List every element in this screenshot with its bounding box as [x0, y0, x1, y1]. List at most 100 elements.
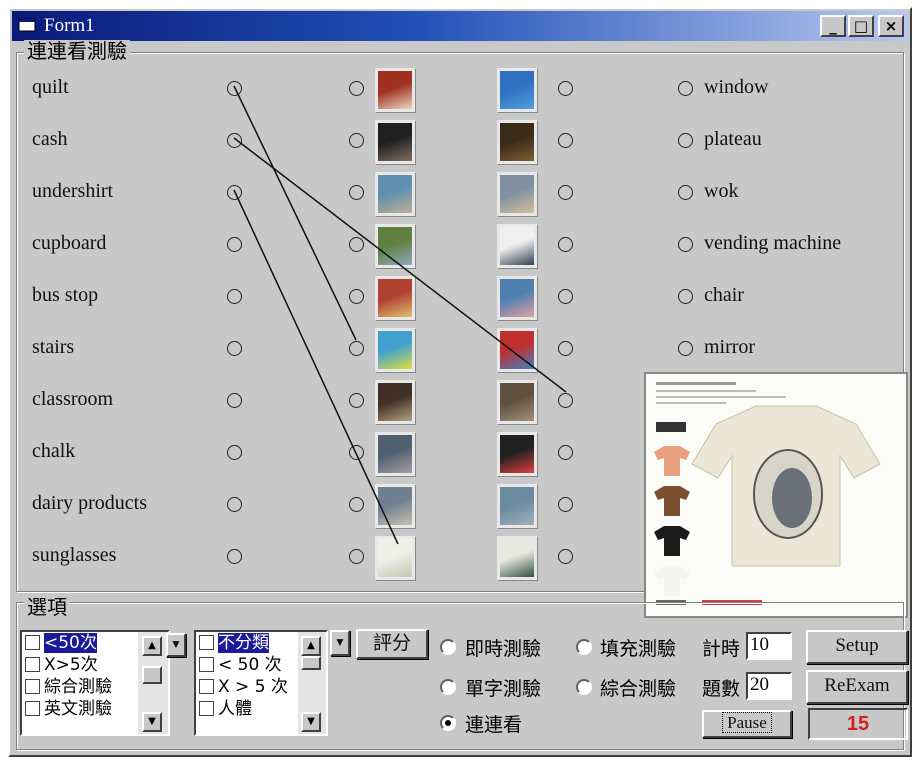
maximize-button[interactable]: □	[848, 15, 874, 37]
image-radio-left[interactable]	[349, 393, 364, 408]
picture-left-thumbnail	[375, 68, 415, 112]
list-item-label: 綜合測驗	[44, 677, 112, 697]
pause-button[interactable]: Pause	[702, 710, 792, 738]
checkbox[interactable]	[25, 657, 40, 672]
list2-scroll-thumb[interactable]	[301, 656, 321, 670]
image-radio-left[interactable]	[349, 497, 364, 512]
left-word-radio[interactable]	[227, 81, 242, 96]
left-word-radio[interactable]	[227, 133, 242, 148]
checkbox[interactable]	[25, 635, 40, 650]
left-word-radio[interactable]	[227, 289, 242, 304]
picture-left-thumbnail	[375, 120, 415, 164]
right-word: chair	[704, 284, 744, 306]
picture-right-thumbnail	[497, 172, 537, 216]
list-item-label: 人體	[218, 699, 252, 719]
picture-right-thumbnail	[497, 484, 537, 528]
checkbox[interactable]	[199, 679, 214, 694]
left-word-radio[interactable]	[227, 185, 242, 200]
right-word-radio[interactable]	[678, 81, 693, 96]
picture-left-thumbnail	[375, 224, 415, 268]
image-radio-right[interactable]	[558, 289, 573, 304]
image-radio-left[interactable]	[349, 549, 364, 564]
setup-button[interactable]: Setup	[806, 630, 908, 664]
close-button[interactable]: ×	[878, 15, 904, 37]
checkbox[interactable]	[199, 657, 214, 672]
left-word: chalk	[32, 440, 76, 462]
picture-left-thumbnail	[375, 536, 415, 580]
list-item-label: 英文測驗	[44, 699, 112, 719]
image-radio-right[interactable]	[558, 133, 573, 148]
right-word-radio[interactable]	[678, 185, 693, 200]
list1-scroll-thumb[interactable]	[142, 666, 162, 684]
right-word: wok	[704, 180, 739, 202]
picture-right-thumbnail	[497, 68, 537, 112]
right-word-radio[interactable]	[678, 237, 693, 252]
category-list-1[interactable]: <50次 X>5次 綜合測驗 英文測驗 ▲ ▼	[20, 630, 170, 736]
image-radio-right[interactable]	[558, 393, 573, 408]
checkbox[interactable]	[25, 679, 40, 694]
image-radio-right[interactable]	[558, 445, 573, 460]
left-word: bus stop	[32, 284, 99, 306]
image-radio-left[interactable]	[349, 237, 364, 252]
list2-scroll-up-icon[interactable]: ▲	[301, 636, 321, 656]
left-word-radio[interactable]	[227, 445, 242, 460]
title-bar[interactable]: Form1 _ □ ×	[12, 11, 908, 41]
list2-scrollbar[interactable]: ▲ ▼	[298, 632, 326, 734]
list1-scroll-down-icon[interactable]: ▼	[142, 712, 162, 732]
mode-radio-matching[interactable]	[440, 715, 456, 731]
right-word-radio[interactable]	[678, 133, 693, 148]
picture-right-thumbnail	[497, 120, 537, 164]
left-word-radio[interactable]	[227, 341, 242, 356]
minimize-button[interactable]: _	[820, 15, 846, 37]
picture-right-thumbnail	[497, 380, 537, 424]
image-radio-right[interactable]	[558, 237, 573, 252]
matching-group-label: 連連看測驗	[24, 40, 130, 62]
image-radio-left[interactable]	[349, 81, 364, 96]
reexam-button[interactable]: ReExam	[806, 670, 908, 704]
count-input[interactable]: 20	[746, 672, 792, 700]
mode-radio-fill[interactable]	[576, 639, 592, 655]
mode-label-matching: 連連看	[465, 714, 523, 736]
mode-label-combined: 綜合測驗	[600, 678, 677, 700]
list2-dropdown-icon[interactable]: ▼	[330, 630, 350, 656]
list-item-label: X > 5 次	[218, 677, 288, 697]
left-word-radio[interactable]	[227, 549, 242, 564]
list-item-label: <50次	[44, 633, 97, 653]
left-word-radio[interactable]	[227, 497, 242, 512]
list1-scroll-up-icon[interactable]: ▲	[142, 636, 162, 656]
image-radio-right[interactable]	[558, 549, 573, 564]
image-radio-left[interactable]	[349, 185, 364, 200]
left-word-radio[interactable]	[227, 237, 242, 252]
list1-scrollbar[interactable]: ▲ ▼	[138, 632, 168, 734]
image-radio-left[interactable]	[349, 289, 364, 304]
mode-radio-word[interactable]	[440, 679, 456, 695]
left-word: cupboard	[32, 232, 107, 254]
mode-radio-combined[interactable]	[576, 679, 592, 695]
right-word: mirror	[704, 336, 756, 358]
left-word-radio[interactable]	[227, 393, 242, 408]
timer-input[interactable]: 10	[746, 632, 792, 660]
image-radio-right[interactable]	[558, 81, 573, 96]
right-word: window	[704, 76, 769, 98]
image-radio-left[interactable]	[349, 133, 364, 148]
mode-radio-instant[interactable]	[440, 639, 456, 655]
image-radio-left[interactable]	[349, 341, 364, 356]
options-group-label: 選項	[24, 596, 70, 618]
count-label: 題數	[702, 678, 741, 700]
right-word-radio[interactable]	[678, 289, 693, 304]
image-radio-right[interactable]	[558, 185, 573, 200]
score-button[interactable]: 評分	[356, 629, 428, 659]
image-radio-right[interactable]	[558, 497, 573, 512]
checkbox[interactable]	[199, 635, 214, 650]
image-radio-right[interactable]	[558, 341, 573, 356]
window-title: Form1	[44, 15, 95, 36]
right-word-radio[interactable]	[678, 341, 693, 356]
left-word: dairy products	[32, 492, 147, 514]
checkbox[interactable]	[25, 701, 40, 716]
list1-dropdown-icon[interactable]: ▼	[166, 633, 186, 657]
list2-scroll-down-icon[interactable]: ▼	[301, 712, 321, 732]
image-radio-left[interactable]	[349, 445, 364, 460]
category-list-2[interactable]: 不分類 < 50 次X > 5 次人體 ▲ ▼	[194, 630, 328, 736]
right-word: plateau	[704, 128, 762, 150]
checkbox[interactable]	[199, 701, 214, 716]
